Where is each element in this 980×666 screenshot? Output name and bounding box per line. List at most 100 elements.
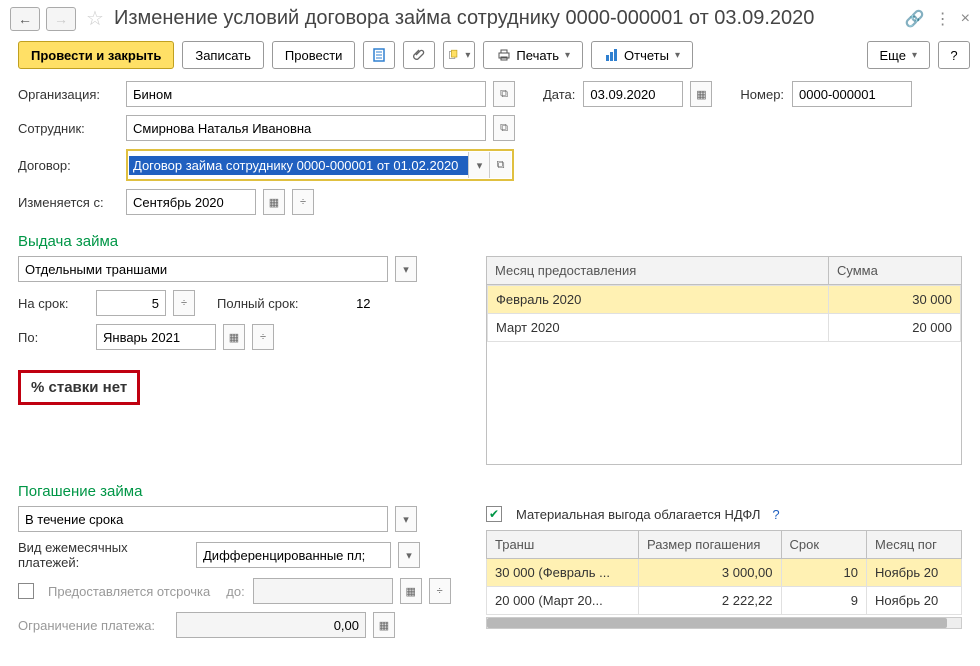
more-button[interactable]: Еще — [867, 41, 930, 69]
issuance-cell-sum: 20 000 — [828, 314, 960, 342]
repay-cell-term: 9 — [781, 587, 867, 615]
save-button[interactable]: Записать — [182, 41, 264, 69]
term-input[interactable] — [96, 290, 166, 316]
defer-calendar-icon: ▦ — [400, 578, 422, 604]
until-label: По: — [18, 330, 88, 345]
favorite-star-icon[interactable]: ☆ — [86, 6, 104, 31]
contract-open-icon[interactable]: ⧉ — [489, 152, 511, 178]
changed-from-label: Изменяется с: — [18, 195, 118, 210]
contract-field-wrapper: Договор займа сотруднику 0000-000001 от … — [126, 149, 514, 181]
scrollbar-thumb[interactable] — [487, 618, 947, 628]
payment-type-label: Вид ежемесячных платежей: — [18, 540, 188, 570]
limit-input — [176, 612, 366, 638]
changed-from-input[interactable] — [126, 189, 256, 215]
window-header: ← → ☆ Изменение условий договора займа с… — [0, 0, 980, 37]
bar-chart-icon — [604, 47, 620, 63]
sheets-icon — [448, 47, 459, 63]
issuance-grid[interactable]: Месяц предоставления Сумма — [486, 256, 962, 285]
document-icon — [371, 47, 387, 63]
print-button[interactable]: Печать — [483, 41, 583, 69]
date-input[interactable] — [583, 81, 683, 107]
date-label: Дата: — [543, 87, 575, 102]
until-input[interactable] — [96, 324, 216, 350]
contract-value[interactable]: Договор займа сотруднику 0000-000001 от … — [129, 156, 469, 175]
term-spin-icon[interactable]: ÷ — [173, 290, 195, 316]
date-calendar-icon[interactable]: ▦ — [690, 81, 712, 107]
horizontal-scrollbar[interactable] — [486, 617, 962, 629]
create-based-on-button[interactable] — [443, 41, 475, 69]
issuance-section-title: Выдача займа — [18, 233, 962, 250]
issuance-method-dropdown-icon[interactable]: ▾ — [395, 256, 417, 282]
contract-dropdown-icon[interactable]: ▾ — [468, 152, 490, 178]
repay-cell-tranche: 30 000 (Февраль ... — [487, 559, 639, 587]
repayment-during-dropdown-icon[interactable]: ▾ — [395, 506, 417, 532]
toolbar: Провести и закрыть Записать Провести Печ… — [0, 37, 980, 79]
repay-col-month: Месяц пог — [867, 531, 962, 559]
until-calendar-icon[interactable]: ▦ — [223, 324, 245, 350]
repay-cell-amount: 2 222,22 — [639, 587, 782, 615]
repay-cell-tranche: 20 000 (Март 20... — [487, 587, 639, 615]
reports-button[interactable]: Отчеты — [591, 41, 693, 69]
table-row[interactable]: 20 000 (Март 20... 2 222,22 9 Ноябрь 20 — [487, 587, 962, 615]
kebab-menu-icon[interactable]: ⋮ — [935, 9, 951, 29]
issuance-cell-sum: 30 000 — [828, 286, 960, 314]
payment-type-dropdown-icon[interactable]: ▾ — [398, 542, 420, 568]
defer-until-input — [253, 578, 393, 604]
post-button[interactable]: Провести — [272, 41, 356, 69]
defer-label: Предоставляется отсрочка — [48, 584, 210, 599]
org-input[interactable] — [126, 81, 486, 107]
issuance-col-month: Месяц предоставления — [487, 257, 829, 285]
repay-cell-month: Ноябрь 20 — [867, 559, 962, 587]
changed-from-calendar-icon[interactable]: ▦ — [263, 189, 285, 215]
help-button[interactable]: ? — [938, 41, 970, 69]
print-label: Печать — [516, 48, 559, 63]
close-icon[interactable]: × — [961, 10, 970, 28]
no-rate-highlight: % ставки нет — [18, 370, 140, 405]
nav-back-button[interactable]: ← — [10, 7, 40, 31]
defer-until-label: до: — [226, 584, 244, 599]
until-spin-icon[interactable]: ÷ — [252, 324, 274, 350]
employee-open-icon[interactable]: ⧉ — [493, 115, 515, 141]
org-label: Организация: — [18, 87, 118, 102]
employee-input[interactable] — [126, 115, 486, 141]
link-icon[interactable]: 🔗 — [905, 9, 925, 29]
repay-col-tranche: Транш — [487, 531, 639, 559]
post-close-button[interactable]: Провести и закрыть — [18, 41, 174, 69]
paperclip-icon — [411, 47, 427, 63]
number-input[interactable] — [792, 81, 912, 107]
org-open-icon[interactable]: ⧉ — [493, 81, 515, 107]
repay-cell-amount: 3 000,00 — [639, 559, 782, 587]
repay-cell-month: Ноябрь 20 — [867, 587, 962, 615]
contract-label: Договор: — [18, 158, 118, 173]
reports-label: Отчеты — [624, 48, 669, 63]
full-term-value — [307, 290, 377, 316]
table-row[interactable]: 30 000 (Февраль ... 3 000,00 10 Ноябрь 2… — [487, 559, 962, 587]
benefit-help-icon[interactable]: ? — [772, 507, 779, 522]
printer-icon — [496, 47, 512, 63]
number-label: Номер: — [740, 87, 784, 102]
defer-checkbox[interactable] — [18, 583, 34, 599]
issuance-cell-month: Март 2020 — [488, 314, 829, 342]
form-body: Организация: ⧉ Дата: ▦ Номер: Сотрудник:… — [0, 79, 980, 648]
repay-col-amount: Размер погашения — [639, 531, 782, 559]
table-row[interactable]: Март 2020 20 000 — [488, 314, 961, 342]
table-row[interactable]: Февраль 2020 30 000 — [488, 286, 961, 314]
issuance-col-sum: Сумма — [829, 257, 962, 285]
payment-type-input[interactable] — [196, 542, 391, 568]
benefit-label: Материальная выгода облагается НДФЛ — [516, 507, 760, 522]
benefit-checkbox[interactable]: ✔ — [486, 506, 502, 522]
nav-forward-button[interactable]: → — [46, 7, 76, 31]
full-term-label: Полный срок: — [217, 296, 299, 311]
attach-icon-button[interactable] — [403, 41, 435, 69]
repay-col-term: Срок — [781, 531, 867, 559]
issuance-cell-month: Февраль 2020 — [488, 286, 829, 314]
employee-label: Сотрудник: — [18, 121, 118, 136]
page-title: Изменение условий договора займа сотрудн… — [114, 7, 899, 30]
issuance-method-input[interactable] — [18, 256, 388, 282]
repayment-grid[interactable]: Транш Размер погашения Срок Месяц пог 30… — [486, 530, 962, 615]
repayment-section-title: Погашение займа — [18, 483, 962, 500]
structure-icon-button[interactable] — [363, 41, 395, 69]
changed-from-spin-icon[interactable]: ÷ — [292, 189, 314, 215]
repayment-during-input[interactable] — [18, 506, 388, 532]
defer-spin-icon: ÷ — [429, 578, 451, 604]
